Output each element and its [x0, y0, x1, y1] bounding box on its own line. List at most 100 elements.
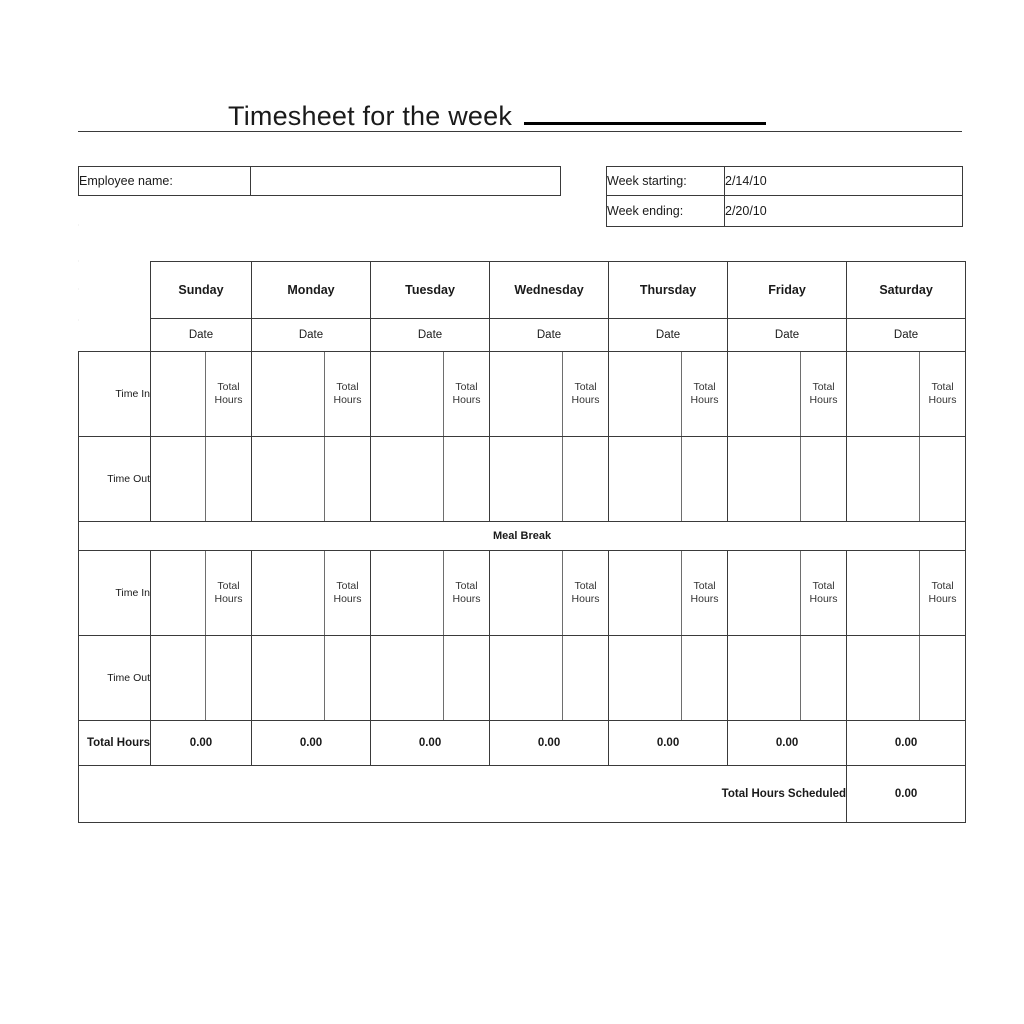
- time-in-1-sunday[interactable]: [150, 350, 206, 437]
- date-cell-saturday[interactable]: Date: [846, 318, 967, 352]
- total-hours-label-2-thursday: Total Hours: [681, 550, 728, 636]
- total-hours-label-1-tuesday: Total Hours: [443, 350, 490, 437]
- time-out-1-friday[interactable]: [727, 436, 801, 522]
- row-label-time-out-1: Time Out: [78, 436, 151, 522]
- shift2-time-out-row: Time Out: [78, 635, 967, 721]
- daily-total-sunday: 0.00: [150, 720, 252, 766]
- meal-break-divider-row: Meal Break: [77, 521, 967, 551]
- date-cell-tuesday[interactable]: Date: [370, 318, 490, 352]
- total-hours-value-2-sunday[interactable]: [205, 635, 252, 721]
- day-header-saturday: Saturday: [846, 260, 967, 319]
- total-hours-value-1-saturday[interactable]: [919, 436, 967, 522]
- week-blank-line[interactable]: [524, 121, 767, 125]
- time-out-2-sunday[interactable]: [150, 635, 206, 721]
- total-hours-label-2-sunday: Total Hours: [205, 550, 252, 636]
- time-out-1-thursday[interactable]: [608, 436, 682, 522]
- daily-total-friday: 0.00: [727, 720, 847, 766]
- time-out-1-tuesday[interactable]: [370, 436, 444, 522]
- total-hours-value-1-thursday[interactable]: [681, 436, 728, 522]
- daily-total-wednesday: 0.00: [489, 720, 609, 766]
- total-hours-scheduled-row: Total Hours Scheduled 0.00: [77, 765, 967, 823]
- total-hours-label-2-wednesday: Total Hours: [562, 550, 609, 636]
- shift1-time-out-row: Time Out: [78, 436, 967, 522]
- shift2-time-in-row: Time In Total Hours Total Hours Total Ho…: [78, 550, 967, 636]
- day-header-tuesday: Tuesday: [370, 260, 490, 319]
- week-starting-value[interactable]: 2/14/10: [724, 166, 963, 196]
- employee-name-input[interactable]: [250, 166, 561, 196]
- total-hours-value-2-wednesday[interactable]: [562, 635, 609, 721]
- timesheet-document: Timesheet for the week Employee name: We…: [77, 85, 967, 823]
- total-hours-scheduled-value: 0.00: [846, 765, 967, 823]
- time-out-2-saturday[interactable]: [846, 635, 920, 721]
- date-cell-monday[interactable]: Date: [250, 318, 371, 352]
- time-in-2-wednesday[interactable]: [489, 550, 563, 636]
- week-ending-label: Week ending:: [606, 195, 725, 227]
- total-hours-value-2-saturday[interactable]: [919, 635, 967, 721]
- time-in-1-wednesday[interactable]: [489, 350, 563, 437]
- time-in-2-sunday[interactable]: [150, 550, 206, 636]
- total-hours-label-1-friday: Total Hours: [800, 350, 847, 437]
- time-in-1-monday[interactable]: [251, 350, 325, 437]
- time-out-2-wednesday[interactable]: [489, 635, 563, 721]
- title-section: Timesheet for the week: [78, 85, 962, 132]
- row-label-total-hours: Total Hours: [78, 720, 151, 766]
- total-hours-value-2-friday[interactable]: [800, 635, 847, 721]
- time-in-2-monday[interactable]: [251, 550, 325, 636]
- total-hours-label-1-wednesday: Total Hours: [562, 350, 609, 437]
- time-in-2-friday[interactable]: [727, 550, 801, 636]
- total-hours-value-2-tuesday[interactable]: [443, 635, 490, 721]
- date-row-corner-cell: [78, 318, 151, 351]
- day-header-friday: Friday: [727, 260, 847, 319]
- daily-total-tuesday: 0.00: [370, 720, 490, 766]
- title-row: Timesheet for the week: [78, 85, 962, 132]
- meal-break-label: Meal Break: [77, 521, 967, 551]
- time-out-1-monday[interactable]: [251, 436, 325, 522]
- time-in-1-saturday[interactable]: [846, 350, 920, 437]
- total-hours-label-2-saturday: Total Hours: [919, 550, 967, 636]
- date-cell-wednesday[interactable]: Date: [489, 318, 609, 352]
- row-label-time-in-1: Time In: [78, 350, 151, 437]
- info-spacer-bottom: [78, 226, 963, 261]
- time-out-2-monday[interactable]: [251, 635, 325, 721]
- week-ending-value[interactable]: 2/20/10: [724, 195, 963, 227]
- daily-totals-row: Total Hours 0.00 0.00 0.00 0.00 0.00 0.0…: [78, 720, 967, 766]
- total-hours-value-1-wednesday[interactable]: [562, 436, 609, 522]
- total-hours-value-2-monday[interactable]: [323, 635, 371, 721]
- total-hours-label-1-saturday: Total Hours: [919, 350, 967, 437]
- time-out-2-tuesday[interactable]: [370, 635, 444, 721]
- total-hours-label-1-thursday: Total Hours: [681, 350, 728, 437]
- time-out-1-sunday[interactable]: [150, 436, 206, 522]
- row-label-time-out-2: Time Out: [78, 635, 151, 721]
- total-hours-value-1-monday[interactable]: [323, 436, 371, 522]
- shift1-time-in-row: Time In Total Hours Total Hours Total Ho…: [78, 350, 967, 437]
- total-hours-value-1-sunday[interactable]: [205, 436, 252, 522]
- daily-total-thursday: 0.00: [608, 720, 728, 766]
- time-out-2-thursday[interactable]: [608, 635, 682, 721]
- time-out-1-wednesday[interactable]: [489, 436, 563, 522]
- page-title: Timesheet for the week: [228, 101, 513, 131]
- total-hours-value-1-friday[interactable]: [800, 436, 847, 522]
- date-cell-sunday[interactable]: Date: [150, 318, 252, 352]
- total-hours-value-1-tuesday[interactable]: [443, 436, 490, 522]
- daily-total-monday: 0.00: [250, 720, 371, 766]
- employee-name-label: Employee name:: [78, 166, 251, 196]
- time-in-2-thursday[interactable]: [608, 550, 682, 636]
- date-cell-friday[interactable]: Date: [727, 318, 847, 352]
- time-out-1-saturday[interactable]: [846, 436, 920, 522]
- info-section: Employee name: Week starting: 2/14/10 We…: [78, 132, 963, 261]
- daily-total-saturday: 0.00: [846, 720, 967, 766]
- total-hours-scheduled-label: Total Hours Scheduled: [77, 765, 847, 823]
- date-cell-thursday[interactable]: Date: [608, 318, 728, 352]
- time-in-1-thursday[interactable]: [608, 350, 682, 437]
- total-hours-label-1-monday: Total Hours: [323, 350, 371, 437]
- total-hours-value-2-thursday[interactable]: [681, 635, 728, 721]
- time-out-2-friday[interactable]: [727, 635, 801, 721]
- time-in-1-friday[interactable]: [727, 350, 801, 437]
- week-starting-label: Week starting:: [606, 166, 725, 196]
- time-in-2-tuesday[interactable]: [370, 550, 444, 636]
- time-in-2-saturday[interactable]: [846, 550, 920, 636]
- total-hours-label-1-sunday: Total Hours: [205, 350, 252, 437]
- time-in-1-tuesday[interactable]: [370, 350, 444, 437]
- total-hours-label-2-monday: Total Hours: [323, 550, 371, 636]
- week-end-left-blank: [78, 195, 607, 226]
